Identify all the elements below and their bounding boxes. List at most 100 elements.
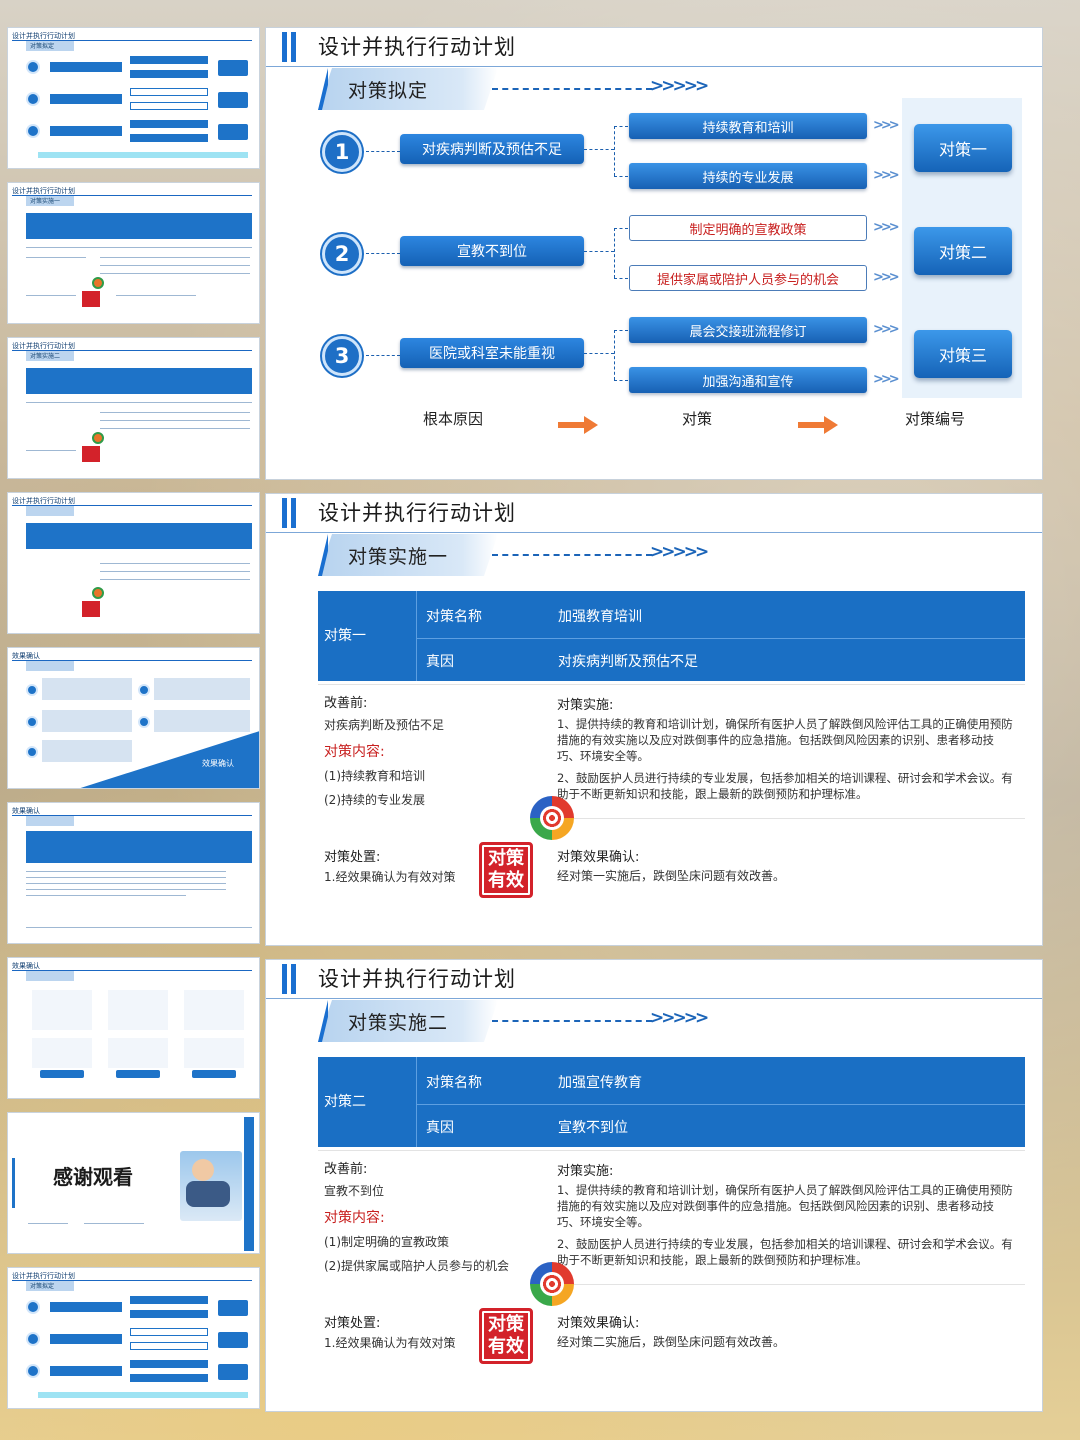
- arrow-right-icon: [558, 416, 598, 434]
- connector-line: [614, 176, 628, 177]
- table-value-cause: 宣教不到位: [558, 1120, 628, 1136]
- connector-line: [366, 253, 400, 254]
- table-key-cause: 真因: [426, 654, 454, 670]
- thumbnail-slide-6[interactable]: 效果确认: [7, 802, 260, 944]
- thumb-number-icon: [26, 1332, 40, 1346]
- table-divider: [416, 1104, 1025, 1105]
- thumb-measure-bar: [130, 1328, 208, 1336]
- thumb-text-line: [26, 450, 76, 451]
- footer-label-measure: 对策: [606, 408, 788, 442]
- thumbnail-slide-7[interactable]: 效果确认: [7, 957, 260, 1099]
- code-box-2: 对策二: [914, 227, 1012, 275]
- title-divider: [266, 66, 1042, 67]
- connector-line: [614, 126, 628, 127]
- slide-title: 设计并执行行动计划: [318, 967, 516, 991]
- table-value-name: 加强宣传教育: [558, 1075, 642, 1091]
- cause-number-2: 2: [322, 234, 362, 274]
- thumb-text-line: [26, 927, 252, 928]
- thumbnail-slide-9[interactable]: 设计并执行行动计划 对策拟定: [7, 1267, 260, 1409]
- target-icon: [530, 1262, 574, 1306]
- slide-subtitle: 对策拟定: [348, 80, 429, 102]
- content-item-2: (2)持续的专业发展: [324, 793, 425, 807]
- dashed-connector: [492, 1020, 652, 1022]
- slide-subtitle: 对策实施二: [348, 1012, 449, 1034]
- thumbnail-slide-3[interactable]: 设计并执行行动计划 对策实施二: [7, 337, 260, 479]
- thumb-text-line: [26, 295, 76, 296]
- thumb-card: [32, 990, 92, 1030]
- before-label: 改善前:: [324, 696, 368, 711]
- thumb-table: [26, 523, 252, 549]
- thumbnail-slide-1[interactable]: 设计并执行行动计划 对策拟定: [7, 27, 260, 169]
- thumb-text-line: [116, 295, 196, 296]
- title-accent-bar: [291, 498, 296, 528]
- thumbnail-slide-2[interactable]: 设计并执行行动计划 对策实施一: [7, 182, 260, 324]
- dashed-connector: [492, 88, 652, 90]
- chevron-right-icon: >>>>>: [650, 76, 709, 96]
- thumb-code-box: [218, 92, 248, 108]
- thumb-number-icon: [26, 1300, 40, 1314]
- slide-implementation-1: 设计并执行行动计划 对策实施一 >>>>> 对策一 对策名称 加强教育培训 真因…: [265, 493, 1043, 946]
- thumb-cause-bar: [50, 1302, 122, 1312]
- thumb-number-icon: [26, 1364, 40, 1378]
- chevron-right-icon: >>>>>: [650, 542, 709, 562]
- thumb-title: 设计并执行行动计划: [12, 497, 252, 506]
- disposal-text: 1.经效果确认为有效对策: [324, 870, 456, 884]
- thumb-code-box: [218, 60, 248, 76]
- effective-stamp: 对策 有效: [479, 1308, 533, 1364]
- thumb-card: [32, 1038, 92, 1068]
- thumb-text-line: [26, 883, 226, 884]
- disposal-label: 对策处置:: [324, 850, 381, 865]
- cause-box-2: 宣教不到位: [400, 236, 584, 266]
- thumb-text-line: [28, 1223, 68, 1224]
- connector-line: [614, 330, 628, 331]
- cause-number-1: 1: [322, 132, 362, 172]
- thumb-text-line: [26, 895, 186, 896]
- before-label: 改善前:: [324, 1162, 368, 1177]
- thumb-subtitle: 对策拟定: [26, 41, 74, 51]
- thumb-number-icon: [138, 684, 150, 696]
- connector-line: [584, 251, 614, 252]
- thumb-text-line: [100, 563, 250, 564]
- countermeasure-table: 对策二 对策名称 加强宣传教育 真因 宣教不到位: [318, 1057, 1025, 1147]
- title-accent-bar: [291, 32, 296, 62]
- thumb-card: [108, 990, 168, 1030]
- thumb-target-icon: [92, 277, 104, 289]
- confirm-label: 对策效果确认:: [557, 850, 640, 865]
- thumbnail-slide-8[interactable]: 感谢观看: [7, 1112, 260, 1254]
- chevron-right-icon: >>>: [873, 322, 900, 337]
- cause-box-1: 对疾病判断及预估不足: [400, 134, 584, 164]
- thumb-text-line: [100, 428, 250, 429]
- thumb-title: 效果确认: [12, 962, 252, 971]
- divider-line: [557, 818, 1025, 819]
- thumb-card: [184, 1038, 244, 1068]
- thumb-text-line: [26, 247, 252, 248]
- chevron-right-icon: >>>: [873, 118, 900, 133]
- content-item-1: (1)持续教育和培训: [324, 769, 425, 783]
- thumbnail-slide-4[interactable]: 设计并执行行动计划: [7, 492, 260, 634]
- thumb-cause-bar: [50, 1366, 122, 1376]
- table-key-cause: 真因: [426, 1120, 454, 1136]
- connector-line: [614, 228, 615, 278]
- thumb-measure-bar: [130, 88, 208, 96]
- target-icon: [530, 796, 574, 840]
- before-text: 宣教不到位: [324, 1184, 385, 1198]
- table-key-name: 对策名称: [426, 1075, 482, 1091]
- thumb-measure-bar: [130, 120, 208, 128]
- content-item-1: (1)制定明确的宣教政策: [324, 1235, 449, 1249]
- thumb-code-box: [218, 124, 248, 140]
- thumb-text-line: [26, 871, 226, 872]
- thumb-subtitle: 对策实施二: [26, 351, 74, 361]
- cause-box-3: 医院或科室未能重视: [400, 338, 584, 368]
- divider-line: [557, 1284, 1025, 1285]
- thumb-text-line: [100, 420, 250, 421]
- thumb-text-line: [100, 571, 250, 572]
- thumb-text-box: [42, 678, 132, 700]
- table-value-cause: 对疾病判断及预估不足: [558, 654, 698, 670]
- thumb-measure-bar: [130, 70, 208, 78]
- footer-text: 根本原因: [422, 410, 483, 428]
- thumbnail-slide-5[interactable]: 效果确认 效果确认: [7, 647, 260, 789]
- thumb-title: 设计并执行行动计划: [12, 187, 252, 196]
- thumb-text-line: [100, 273, 250, 274]
- connector-line: [614, 228, 628, 229]
- thumb-part-button: [192, 1070, 236, 1078]
